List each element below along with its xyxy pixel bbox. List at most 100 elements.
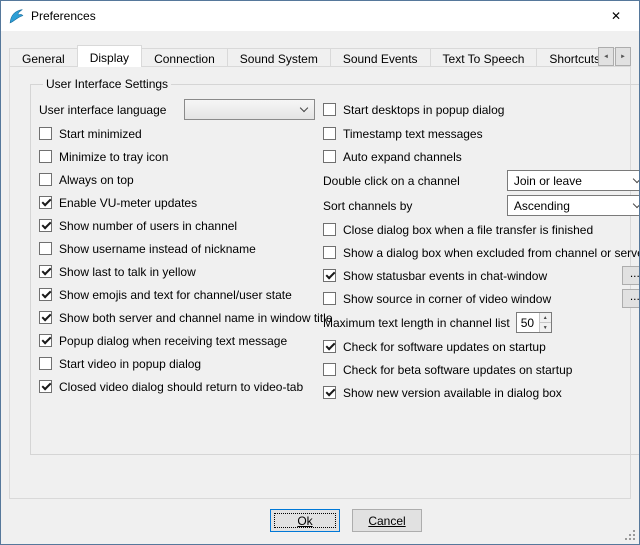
close-icon: ✕	[611, 9, 621, 23]
tab-general[interactable]: General	[9, 48, 78, 67]
checkbox-label[interactable]: Timestamp text messages	[343, 127, 483, 141]
max-text-length-spinner[interactable]: 50 ▲ ▼	[516, 312, 552, 333]
double-click-dropdown[interactable]: Join or leave	[507, 170, 640, 191]
checkbox-label[interactable]: Check for software updates on startup	[343, 340, 546, 354]
checkbox-row: Show new version available in dialog box	[323, 381, 640, 404]
checkbox-row: Start desktops in popup dialog	[323, 97, 640, 122]
double-click-label: Double click on a channel	[323, 174, 460, 188]
ok-button[interactable]: Ok	[270, 509, 340, 532]
checkbox-row: Close dialog box when a file transfer is…	[323, 218, 640, 241]
checkbox-row: Check for software updates on startup	[323, 335, 640, 358]
checkbox-label[interactable]: Show new version available in dialog box	[343, 386, 562, 400]
checkbox-row: Start video in popup dialog	[39, 352, 315, 375]
checkbox-label[interactable]: Check for beta software updates on start…	[343, 363, 572, 377]
checkbox-row: Start minimized	[39, 122, 315, 145]
show-user-count-checkbox[interactable]	[39, 219, 52, 232]
tab-scroll-right-button[interactable]: ►	[615, 47, 631, 66]
last-talk-yellow-checkbox[interactable]	[39, 265, 52, 278]
auto-expand-channels-checkbox[interactable]	[323, 150, 336, 163]
checkbox-label[interactable]: Minimize to tray icon	[59, 150, 168, 164]
checkbox-label[interactable]: Close dialog box when a file transfer is…	[343, 223, 593, 237]
beta-updates-checkbox[interactable]	[323, 363, 336, 376]
checkbox-label[interactable]: Start minimized	[59, 127, 142, 141]
close-button[interactable]: ✕	[593, 1, 639, 31]
file-transfer-close-checkbox[interactable]	[323, 223, 336, 236]
statusbar-events-checkbox[interactable]	[323, 269, 336, 282]
tab-label: Text To Speech	[443, 52, 525, 66]
checkbox-label[interactable]: Enable VU-meter updates	[59, 196, 197, 210]
statusbar-events-config-button[interactable]: ...	[622, 266, 640, 285]
tab-label: Shortcuts	[549, 52, 600, 66]
video-source-row: Show source in corner of video window ..…	[323, 287, 640, 310]
checkbox-row: Show username instead of nickname	[39, 237, 315, 260]
spinner-value[interactable]: 50	[517, 313, 539, 332]
tab-label: General	[22, 52, 65, 66]
chevron-down-icon	[633, 175, 640, 183]
user-interface-settings-group: User Interface Settings User interface l…	[30, 77, 640, 455]
language-dropdown[interactable]	[184, 99, 315, 120]
checkbox-label[interactable]: Show both server and channel name in win…	[59, 311, 333, 325]
always-on-top-checkbox[interactable]	[39, 173, 52, 186]
spin-up-icon: ▲	[543, 315, 548, 321]
minimize-to-tray-checkbox[interactable]	[39, 150, 52, 163]
checkbox-row: Auto expand channels	[323, 145, 640, 168]
excluded-dialog-checkbox[interactable]	[323, 246, 336, 259]
checkbox-label[interactable]: Show last to talk in yellow	[59, 265, 196, 279]
spinner-buttons: ▲ ▼	[539, 313, 551, 332]
cancel-button[interactable]: Cancel	[352, 509, 422, 532]
checkbox-row: Show number of users in channel	[39, 214, 315, 237]
checkbox-row: Always on top	[39, 168, 315, 191]
tab-sound-system[interactable]: Sound System	[227, 48, 331, 67]
checkbox-label[interactable]: Always on top	[59, 173, 134, 187]
checkbox-label[interactable]: Closed video dialog should return to vid…	[59, 380, 303, 394]
video-source-config-button[interactable]: ...	[622, 289, 640, 308]
checkbox-row: Check for beta software updates on start…	[323, 358, 640, 381]
tab-sound-events[interactable]: Sound Events	[330, 48, 431, 67]
new-version-dialog-checkbox[interactable]	[323, 386, 336, 399]
settings-columns: User interface language Start minimized …	[39, 97, 640, 404]
chevron-down-icon	[633, 200, 640, 208]
vu-meter-updates-checkbox[interactable]	[39, 196, 52, 209]
emoji-state-checkbox[interactable]	[39, 288, 52, 301]
checkbox-label[interactable]: Show a dialog box when excluded from cha…	[343, 246, 640, 260]
checkbox-label[interactable]: Start desktops in popup dialog	[343, 103, 504, 117]
scroll-right-icon: ►	[620, 54, 626, 60]
checkbox-row: Closed video dialog should return to vid…	[39, 375, 315, 398]
tab-text-to-speech[interactable]: Text To Speech	[430, 48, 538, 67]
timestamp-messages-checkbox[interactable]	[323, 127, 336, 140]
checkbox-label[interactable]: Show number of users in channel	[59, 219, 237, 233]
checkbox-label[interactable]: Popup dialog when receiving text message	[59, 334, 287, 348]
preferences-window: Preferences ✕ General Display Connection…	[0, 0, 640, 545]
tab-label: Connection	[154, 52, 215, 66]
spin-up-button[interactable]: ▲	[540, 313, 551, 322]
sort-channels-dropdown[interactable]: Ascending	[507, 195, 640, 216]
checkbox-row: Timestamp text messages	[323, 122, 640, 145]
spin-down-button[interactable]: ▼	[540, 322, 551, 332]
checkbox-row: Enable VU-meter updates	[39, 191, 315, 214]
max-text-length-label: Maximum text length in channel list	[323, 316, 510, 330]
video-popup-checkbox[interactable]	[39, 357, 52, 370]
software-updates-checkbox[interactable]	[323, 340, 336, 353]
titlebar[interactable]: Preferences ✕	[1, 1, 639, 31]
checkbox-label[interactable]: Show statusbar events in chat-window	[343, 269, 547, 283]
checkbox-label[interactable]: Show username instead of nickname	[59, 242, 256, 256]
sort-channels-row: Sort channels by Ascending	[323, 193, 640, 218]
checkbox-label[interactable]: Start video in popup dialog	[59, 357, 201, 371]
start-desktops-popup-checkbox[interactable]	[323, 103, 336, 116]
resize-grip[interactable]	[623, 528, 636, 541]
video-return-tab-checkbox[interactable]	[39, 380, 52, 393]
checkbox-row: Show both server and channel name in win…	[39, 306, 315, 329]
tab-display[interactable]: Display	[77, 45, 142, 67]
show-username-checkbox[interactable]	[39, 242, 52, 255]
checkbox-label[interactable]: Show source in corner of video window	[343, 292, 551, 306]
language-row: User interface language	[39, 97, 315, 122]
video-source-corner-checkbox[interactable]	[323, 292, 336, 305]
window-title-checkbox[interactable]	[39, 311, 52, 324]
tab-scroll-left-button[interactable]: ◄	[598, 47, 614, 66]
popup-text-message-checkbox[interactable]	[39, 334, 52, 347]
checkbox-label[interactable]: Auto expand channels	[343, 150, 462, 164]
ok-button-label: Ok	[297, 514, 312, 528]
checkbox-label[interactable]: Show emojis and text for channel/user st…	[59, 288, 292, 302]
start-minimized-checkbox[interactable]	[39, 127, 52, 140]
tab-connection[interactable]: Connection	[141, 48, 228, 67]
